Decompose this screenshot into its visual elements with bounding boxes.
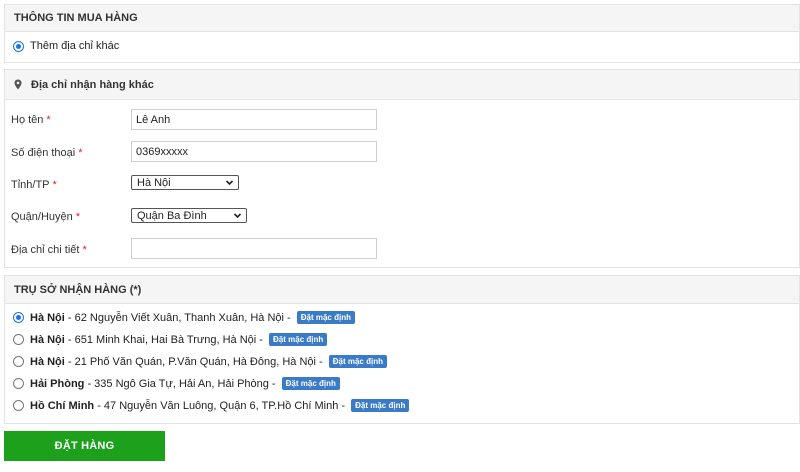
office-radio[interactable] xyxy=(13,400,24,411)
office-option-4[interactable]: Hải Phòng - 335 Ngô Gia Tự, Hải An, Hải … xyxy=(13,377,340,390)
phone-label: Số điện thoại * xyxy=(11,147,83,159)
province-selected: Hà Nội xyxy=(137,176,171,189)
office-option-1[interactable]: Hà Nội - 62 Nguyễn Viết Xuân, Thanh Xuân… xyxy=(13,311,355,324)
map-pin-icon xyxy=(14,79,22,90)
phone-row: Số điện thoại * xyxy=(11,147,131,159)
set-default-badge[interactable]: Đặt mặc định xyxy=(281,377,340,390)
office-address: - 21 Phố Văn Quán, P.Văn Quán, Hà Đông, … xyxy=(64,355,326,368)
province-label: Tỉnh/TP * xyxy=(11,179,57,191)
other-address-header: Địa chỉ nhận hàng khác xyxy=(5,70,799,100)
office-city: Hà Nội xyxy=(30,333,65,346)
office-radio[interactable] xyxy=(13,312,24,323)
set-default-badge[interactable]: Đặt mặc định xyxy=(269,333,328,346)
other-address-panel: Địa chỉ nhận hàng khác Họ tên * Lê Anh Số… xyxy=(4,69,800,268)
add-other-address-radio[interactable] xyxy=(13,40,24,52)
purchase-info-title: THÔNG TIN MUA HÀNG xyxy=(5,5,799,32)
office-city: Hồ Chí Minh xyxy=(30,399,95,412)
office-address: - 47 Nguyễn Văn Luông, Quận 6, TP.Hồ Chí… xyxy=(94,399,349,412)
province-row: Tỉnh/TP * xyxy=(11,179,131,191)
add-other-address-label: Thêm địa chỉ khác xyxy=(30,40,120,52)
address-detail-label: Địa chỉ chi tiết * xyxy=(11,244,87,256)
office-option-2[interactable]: Hà Nội - 651 Minh Khai, Hai Bà Trưng, Hà… xyxy=(13,333,328,346)
chevron-down-icon xyxy=(225,180,234,186)
office-option-5[interactable]: Hồ Chí Minh - 47 Nguyễn Văn Luông, Quận … xyxy=(13,399,410,412)
office-address: - 62 Nguyễn Viết Xuân, Thanh Xuân, Hà Nộ… xyxy=(64,311,294,324)
address-detail-input[interactable] xyxy=(131,238,377,259)
office-option-3[interactable]: Hà Nội - 21 Phố Văn Quán, P.Văn Quán, Hà… xyxy=(13,355,387,368)
name-label: Họ tên * xyxy=(11,114,51,126)
phone-input[interactable]: 0369xxxxx xyxy=(131,141,377,162)
district-selected: Quận Ba Đình xyxy=(137,209,207,222)
office-city: Hà Nội xyxy=(30,355,65,368)
offices-title: TRỤ SỞ NHẬN HÀNG (*) xyxy=(5,276,799,304)
district-row: Quận/Huyện * xyxy=(11,211,131,223)
name-row: Họ tên * xyxy=(11,114,131,126)
office-address: - 651 Minh Khai, Hai Bà Trưng, Hà Nội - xyxy=(64,333,267,346)
purchase-info-panel: THÔNG TIN MUA HÀNG Thêm địa chỉ khác xyxy=(4,4,800,63)
chevron-down-icon xyxy=(233,213,242,219)
address-detail-row: Địa chỉ chi tiết * xyxy=(11,244,131,256)
set-default-badge[interactable]: Đặt mặc định xyxy=(351,399,410,412)
office-address: - 335 Ngô Gia Tự, Hải An, Hải Phòng - xyxy=(84,377,279,390)
province-select[interactable]: Hà Nội xyxy=(131,175,239,190)
office-radio[interactable] xyxy=(13,334,24,345)
office-radio[interactable] xyxy=(13,356,24,367)
district-select[interactable]: Quận Ba Đình xyxy=(131,208,247,223)
set-default-badge[interactable]: Đặt mặc định xyxy=(328,355,387,368)
add-other-address-option[interactable]: Thêm địa chỉ khác xyxy=(13,40,119,52)
district-label: Quận/Huyện * xyxy=(11,211,81,223)
office-radio[interactable] xyxy=(13,378,24,389)
offices-panel: TRỤ SỞ NHẬN HÀNG (*) Hà Nội - 62 Nguyễn … xyxy=(4,275,800,424)
set-default-badge[interactable]: Đặt mặc định xyxy=(296,311,355,324)
name-input[interactable]: Lê Anh xyxy=(131,109,377,130)
order-button[interactable]: ĐẶT HÀNG xyxy=(4,431,165,461)
other-address-title: Địa chỉ nhận hàng khác xyxy=(31,78,154,91)
office-city: Hải Phòng xyxy=(30,377,85,390)
office-city: Hà Nội xyxy=(30,311,65,324)
